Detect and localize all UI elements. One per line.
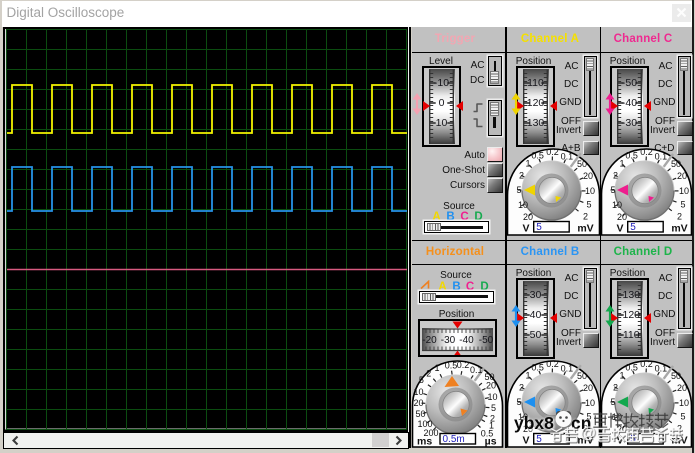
- svg-text:1: 1: [525, 371, 530, 381]
- svg-text:5: 5: [680, 412, 685, 422]
- svg-text:µs: µs: [485, 436, 497, 448]
- svg-text:0.2: 0.2: [546, 148, 559, 157]
- svg-text:1: 1: [619, 159, 624, 169]
- svg-text:V: V: [522, 435, 529, 447]
- svg-text:5: 5: [516, 185, 521, 195]
- svg-text:2: 2: [519, 171, 524, 181]
- svg-text:1: 1: [619, 371, 624, 381]
- svg-text:2: 2: [583, 212, 588, 222]
- svg-text:2: 2: [613, 383, 618, 393]
- svg-text:0.1: 0.1: [655, 152, 668, 162]
- svg-text:20: 20: [583, 383, 593, 393]
- svg-text:2: 2: [677, 212, 682, 222]
- svg-text:10: 10: [679, 186, 689, 196]
- svg-text:50: 50: [577, 371, 587, 381]
- svg-text:0.5m: 0.5m: [443, 434, 465, 445]
- svg-text:10: 10: [487, 392, 497, 402]
- svg-text:5: 5: [536, 434, 542, 445]
- svg-text:0.5: 0.5: [625, 151, 638, 161]
- svg-text:10: 10: [585, 398, 595, 408]
- svg-text:0.2: 0.2: [640, 360, 653, 369]
- svg-text:20: 20: [677, 383, 687, 393]
- svg-text:0.5: 0.5: [445, 361, 458, 371]
- svg-text:5: 5: [610, 185, 615, 195]
- svg-text:0.1: 0.1: [655, 364, 668, 374]
- svg-text:10: 10: [679, 398, 689, 408]
- svg-text:0.2: 0.2: [457, 360, 470, 370]
- svg-text:20: 20: [523, 212, 533, 222]
- svg-text:ms: ms: [417, 436, 432, 448]
- svg-text:1: 1: [525, 159, 530, 169]
- svg-text:0.1: 0.1: [470, 365, 483, 375]
- svg-text:0.2: 0.2: [640, 148, 653, 157]
- svg-text:V: V: [522, 223, 529, 235]
- svg-text:10: 10: [518, 200, 528, 210]
- svg-text:50: 50: [671, 159, 681, 169]
- svg-text:5: 5: [491, 403, 496, 413]
- svg-text:20: 20: [617, 212, 627, 222]
- svg-text:10: 10: [585, 186, 595, 196]
- svg-text:50: 50: [671, 371, 681, 381]
- svg-text:5: 5: [419, 375, 424, 385]
- svg-text:10: 10: [413, 387, 423, 397]
- svg-text:20: 20: [677, 171, 687, 181]
- svg-text:0.5: 0.5: [625, 363, 638, 373]
- svg-text:2: 2: [426, 369, 431, 379]
- svg-text:0.2: 0.2: [546, 360, 559, 369]
- svg-text:1: 1: [434, 363, 439, 373]
- svg-text:5: 5: [610, 397, 615, 407]
- svg-text:5: 5: [680, 200, 685, 210]
- svg-text:50: 50: [577, 159, 587, 169]
- svg-text:5: 5: [536, 222, 542, 233]
- svg-text:50: 50: [415, 409, 425, 419]
- svg-text:0.1: 0.1: [561, 364, 574, 374]
- svg-text:0.5: 0.5: [531, 151, 544, 161]
- svg-text:5: 5: [586, 200, 591, 210]
- svg-text:0.5: 0.5: [531, 363, 544, 373]
- svg-text:0.1: 0.1: [561, 152, 574, 162]
- svg-text:20: 20: [583, 171, 593, 181]
- svg-text:V: V: [616, 223, 623, 235]
- svg-text:20: 20: [413, 398, 423, 408]
- svg-text:10: 10: [612, 200, 622, 210]
- svg-text:5: 5: [630, 222, 636, 233]
- svg-text:2: 2: [519, 383, 524, 393]
- svg-text:mV: mV: [577, 223, 593, 235]
- svg-text:5: 5: [516, 397, 521, 407]
- svg-text:mV: mV: [671, 223, 687, 235]
- svg-text:2: 2: [613, 171, 618, 181]
- svg-text:20: 20: [486, 381, 496, 391]
